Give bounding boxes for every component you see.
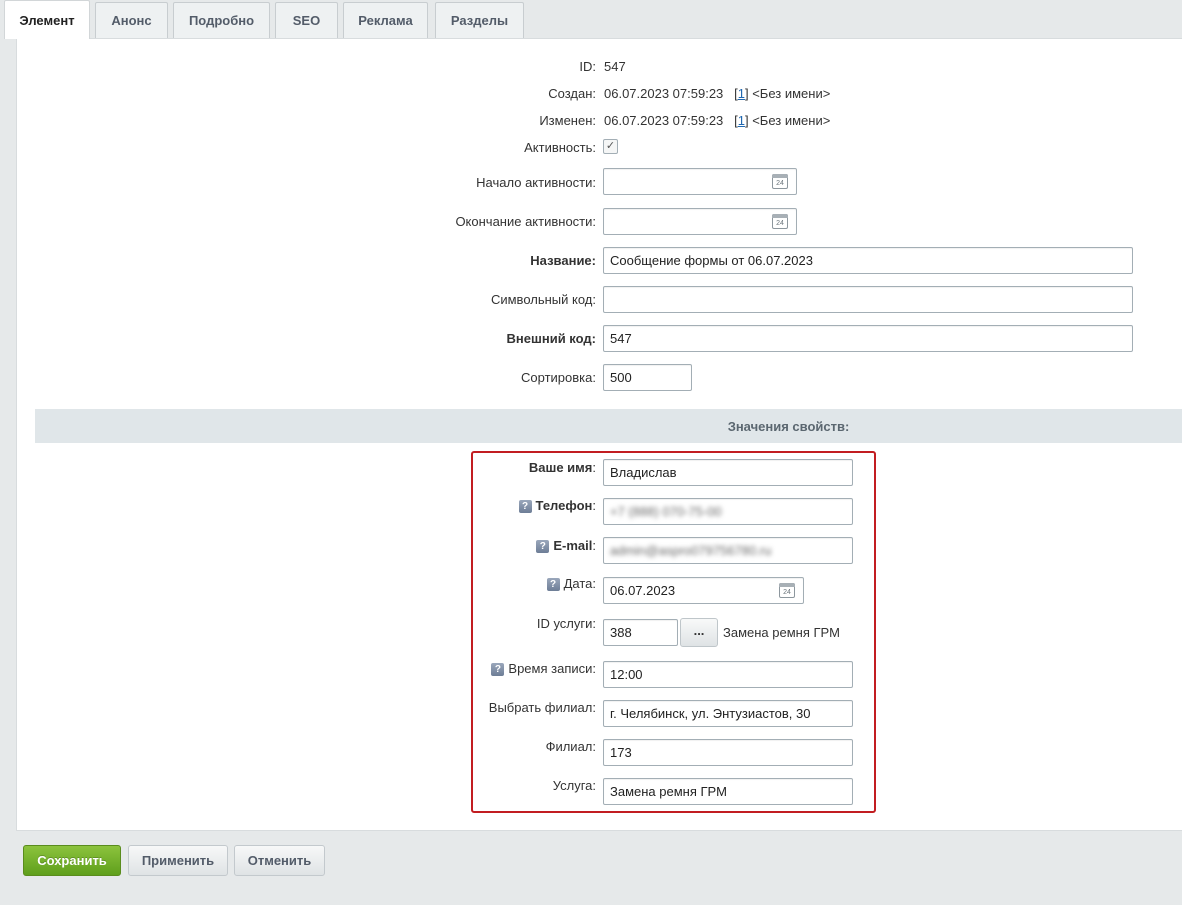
time-label: ? Время записи: — [491, 661, 596, 676]
service-id-input[interactable]: 388 — [603, 619, 678, 646]
created-date: 06.07.2023 07:59:23 — [604, 86, 724, 101]
time-input[interactable]: 12:00 — [603, 661, 853, 688]
calendar-icon[interactable]: 24 — [779, 583, 795, 598]
modified-label: Изменен: — [539, 113, 596, 128]
date-label: ? Дата: — [546, 576, 596, 591]
xml-id-label: Внешний код: — [506, 331, 596, 346]
created-user-link[interactable]: 1 — [738, 86, 745, 101]
service-input[interactable]: Замена ремня ГРМ — [603, 778, 853, 805]
help-icon[interactable]: ? — [491, 663, 505, 676]
your-name-label: Ваше имя: — [528, 460, 596, 475]
tab-seo[interactable]: SEO — [275, 2, 338, 38]
sort-input[interactable]: 500 — [603, 364, 692, 391]
id-label: ID: — [579, 59, 596, 74]
active-start-input[interactable]: 24 — [603, 168, 797, 195]
name-label: Название: — [530, 253, 596, 268]
help-icon[interactable]: ? — [536, 540, 550, 553]
tab-bar: Элемент Анонс Подробно SEO Реклама Разде… — [0, 0, 1182, 39]
name-input[interactable]: Сообщение формы от 06.07.2023 — [603, 247, 1133, 274]
code-label: Символьный код: — [490, 292, 596, 307]
sort-label: Сортировка: — [521, 370, 596, 385]
phone-label: ? Телефон: — [518, 498, 596, 513]
save-button[interactable]: Сохранить — [23, 845, 121, 876]
branch-input[interactable]: 173 — [603, 739, 853, 766]
cancel-button[interactable]: Отменить — [234, 845, 325, 876]
calendar-icon[interactable]: 24 — [772, 214, 788, 229]
active-end-input[interactable]: 24 — [603, 208, 797, 235]
branch-select-input[interactable]: г. Челябинск, ул. Энтузиастов, 30 — [603, 700, 853, 727]
phone-input[interactable]: +7 (888) 070-75-00 — [603, 498, 853, 525]
date-input[interactable]: 06.07.2023 24 — [603, 577, 804, 604]
tab-details[interactable]: Подробно — [173, 2, 270, 38]
active-label: Активность: — [524, 140, 596, 155]
modified-user-name: <Без имени> — [752, 113, 831, 128]
tab-advertising[interactable]: Реклама — [343, 2, 428, 38]
xml-id-input[interactable]: 547 — [603, 325, 1133, 352]
branch-select-label: Выбрать филиал: — [488, 700, 596, 715]
id-value: 547 — [604, 59, 626, 74]
created-label: Создан: — [548, 86, 596, 101]
created-row: 06.07.2023 07:59:23 [1] <Без имени> — [604, 86, 831, 101]
apply-button[interactable]: Применить — [128, 845, 228, 876]
modified-row: 06.07.2023 07:59:23 [1] <Без имени> — [604, 113, 831, 128]
email-input[interactable]: admin@aspro079756780.ru — [603, 537, 853, 564]
service-id-label: ID услуги: — [536, 616, 596, 631]
properties-section-header: Значения свойств: — [35, 409, 1182, 443]
service-id-name: Замена ремня ГРМ — [723, 625, 840, 640]
active-checkbox[interactable]: ✓ — [603, 139, 618, 154]
calendar-icon[interactable]: 24 — [772, 174, 788, 189]
browse-button[interactable]: ... — [680, 618, 718, 647]
tab-element[interactable]: Элемент — [4, 0, 90, 39]
created-user-name: <Без имени> — [752, 86, 831, 101]
tab-sections[interactable]: Разделы — [435, 2, 524, 38]
your-name-input[interactable]: Владислав — [603, 459, 853, 486]
help-icon[interactable]: ? — [518, 500, 532, 513]
active-start-label: Начало активности: — [476, 175, 596, 190]
modified-date: 06.07.2023 07:59:23 — [604, 113, 724, 128]
active-end-label: Окончание активности: — [455, 214, 596, 229]
email-label: ? E-mail: — [536, 538, 596, 553]
service-label: Услуга: — [552, 778, 596, 793]
tab-announce[interactable]: Анонс — [95, 2, 168, 38]
code-input[interactable] — [603, 286, 1133, 313]
modified-user-link[interactable]: 1 — [738, 113, 745, 128]
help-icon[interactable]: ? — [546, 578, 560, 591]
branch-label: Филиал: — [545, 739, 596, 754]
